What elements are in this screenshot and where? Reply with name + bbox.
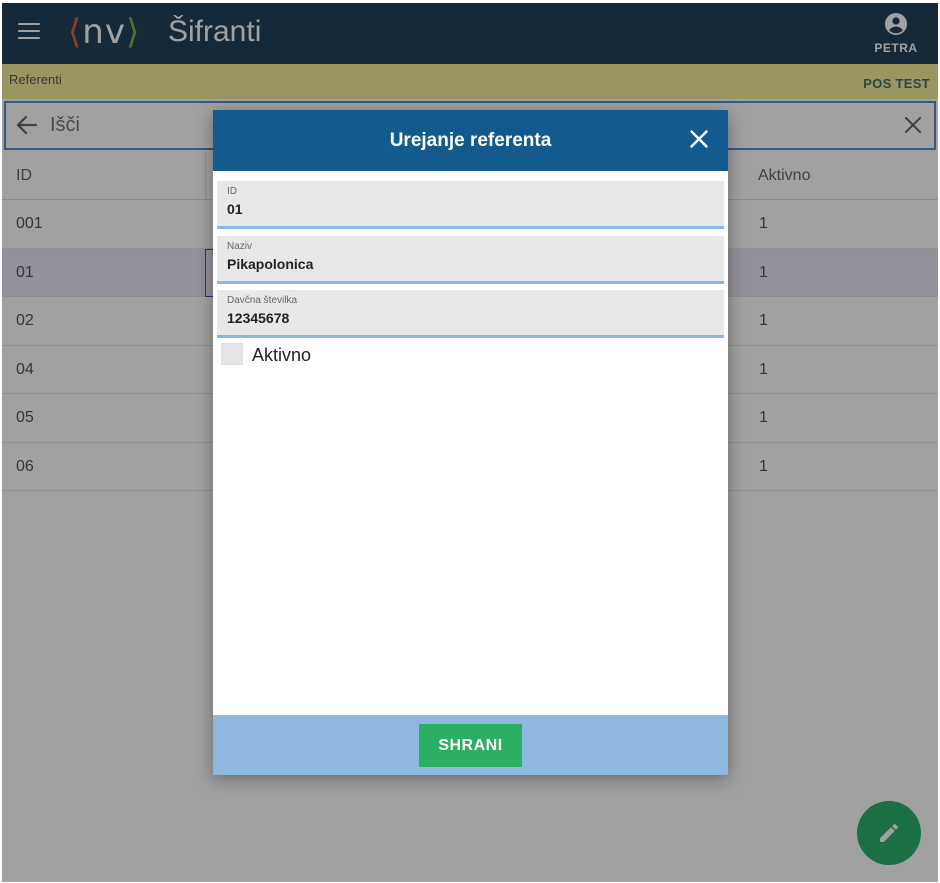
app-window: ⟨nv⟩ Šifranti PETRA Referenti POS TEST I… — [2, 3, 938, 882]
name-field-label: Naziv — [227, 241, 253, 252]
active-checkbox[interactable] — [221, 343, 243, 365]
id-field-label: ID — [227, 186, 237, 197]
tax-number-input[interactable] — [227, 308, 707, 328]
name-field[interactable]: Naziv — [217, 236, 724, 284]
id-field[interactable]: ID — [217, 181, 724, 229]
close-icon[interactable] — [690, 130, 708, 148]
active-checkbox-label[interactable]: Aktivno — [252, 345, 311, 366]
name-input[interactable] — [227, 254, 707, 274]
id-input[interactable] — [227, 199, 707, 219]
save-button[interactable]: SHRANI — [419, 724, 522, 767]
tax-number-field[interactable]: Davčna številka — [217, 290, 724, 338]
dialog-header: Urejanje referenta — [213, 110, 728, 171]
edit-referent-dialog: Urejanje referenta ID Naziv Davčna števi… — [213, 110, 728, 775]
dialog-title: Urejanje referenta — [389, 130, 552, 151]
dialog-footer: SHRANI — [213, 715, 728, 775]
tax-number-field-label: Davčna številka — [227, 295, 298, 306]
